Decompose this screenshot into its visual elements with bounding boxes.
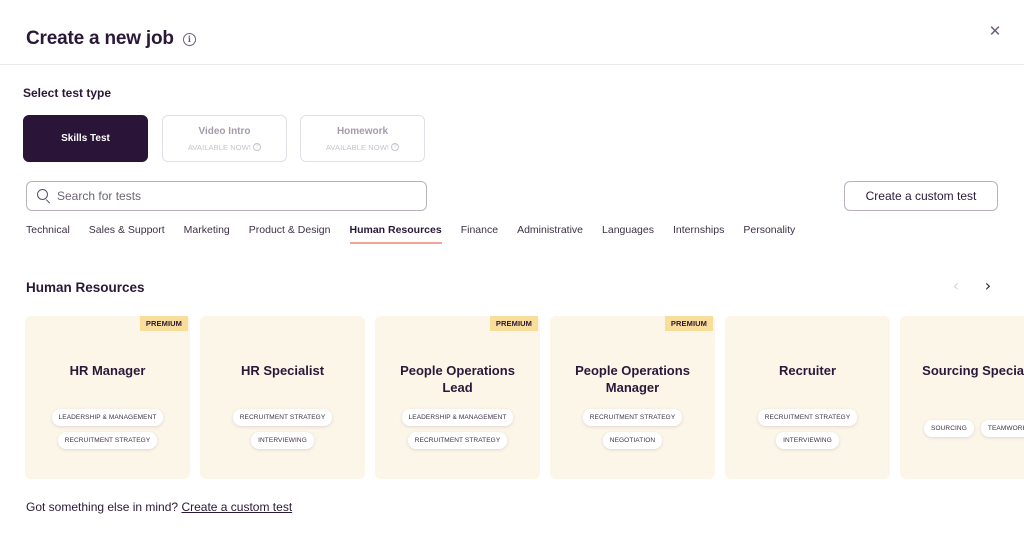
carousel-prev-button[interactable]: ‹ — [948, 276, 964, 296]
tab-technical[interactable]: Technical — [26, 224, 70, 244]
test-card-title: Recruiter — [778, 363, 837, 378]
tab-personality[interactable]: Personality — [743, 224, 795, 244]
help-icon[interactable]: ? — [391, 143, 400, 151]
page-title: Create a new job i — [26, 28, 196, 50]
help-icon[interactable]: ? — [253, 143, 262, 151]
test-type-skills-test[interactable]: Skills Test — [23, 115, 148, 162]
test-type-label: Homework — [336, 125, 389, 137]
test-card-hr-manager[interactable]: PREMIUM HR Manager LEADERSHIP & MANAGEME… — [25, 316, 190, 479]
footer-text: Got something else in mind? — [26, 500, 179, 514]
skill-tag: TEAMWORK — [980, 420, 1024, 437]
test-card-people-operations-manager[interactable]: PREMIUM People Operations Manager RECRUI… — [550, 316, 715, 479]
skill-tag: LEADERSHIP & MANAGEMENT — [51, 409, 164, 426]
test-card-hr-specialist[interactable]: HR Specialist RECRUITMENT STRATEGY INTER… — [200, 316, 365, 479]
tab-administrative[interactable]: Administrative — [517, 224, 583, 244]
tab-finance[interactable]: Finance — [461, 224, 498, 244]
close-button[interactable]: ✕ — [987, 24, 1003, 40]
test-type-label: Skills Test — [61, 133, 110, 144]
search-icon — [37, 189, 51, 203]
test-cards-carousel: PREMIUM HR Manager LEADERSHIP & MANAGEME… — [25, 316, 1024, 479]
search-input[interactable] — [57, 189, 417, 203]
tab-internships[interactable]: Internships — [673, 224, 724, 244]
select-test-type-label: Select test type — [23, 86, 112, 100]
footer-prompt: Got something else in mind? Create a cus… — [26, 500, 292, 514]
create-custom-test-link[interactable]: Create a custom test — [181, 500, 292, 514]
tab-languages[interactable]: Languages — [602, 224, 654, 244]
test-card-sourcing-specialist[interactable]: Sourcing Specialist SOURCING TEAMWORK — [900, 316, 1024, 479]
availability-note: AVAILABLE NOW! ? — [325, 142, 400, 152]
chevron-left-icon: ‹ — [952, 276, 960, 295]
test-type-homework[interactable]: Homework AVAILABLE NOW! ? — [300, 115, 425, 162]
skill-tag: RECRUITMENT STRATEGY — [582, 409, 683, 426]
test-card-title: People Operations Manager — [575, 363, 690, 395]
carousel-next-button[interactable]: › — [980, 276, 996, 296]
test-card-title: HR Manager — [69, 363, 146, 378]
test-card-title: Sourcing Specialist — [922, 363, 1024, 378]
skill-tag: SOURCING — [924, 420, 974, 437]
availability-text: AVAILABLE NOW! — [187, 142, 252, 152]
test-card-recruiter[interactable]: Recruiter RECRUITMENT STRATEGY INTERVIEW… — [725, 316, 890, 479]
availability-text: AVAILABLE NOW! — [325, 142, 390, 152]
skill-tag: RECRUITMENT STRATEGY — [757, 409, 858, 426]
skill-tag: INTERVIEWING — [251, 432, 314, 449]
availability-note: AVAILABLE NOW! ? — [187, 142, 262, 152]
test-type-video-intro[interactable]: Video Intro AVAILABLE NOW! ? — [162, 115, 287, 162]
skill-tag: NEGOTIATION — [602, 432, 663, 449]
info-icon[interactable]: i — [182, 32, 196, 46]
test-card-people-operations-lead[interactable]: PREMIUM People Operations Lead LEADERSHI… — [375, 316, 540, 479]
test-type-label: Video Intro — [198, 125, 251, 137]
tab-sales-support[interactable]: Sales & Support — [89, 224, 165, 244]
tab-human-resources[interactable]: Human Resources — [349, 224, 442, 244]
category-tabs: Technical Sales & Support Marketing Prod… — [26, 224, 814, 246]
section-title: Human Resources — [26, 280, 145, 295]
skill-tag: RECRUITMENT STRATEGY — [232, 409, 333, 426]
skill-tag: LEADERSHIP & MANAGEMENT — [401, 409, 514, 426]
search-box[interactable] — [26, 181, 427, 211]
close-icon: ✕ — [988, 23, 1002, 40]
tab-marketing[interactable]: Marketing — [184, 224, 230, 244]
modal-header: Create a new job i ✕ — [0, 0, 1024, 65]
chevron-right-icon: › — [984, 276, 992, 295]
test-card-title: HR Specialist — [240, 363, 325, 378]
skill-tag: RECRUITMENT STRATEGY — [57, 432, 158, 449]
skill-tag: INTERVIEWING — [776, 432, 839, 449]
skill-tag: RECRUITMENT STRATEGY — [407, 432, 508, 449]
test-card-title: People Operations Lead — [400, 363, 515, 395]
create-custom-test-button[interactable]: Create a custom test — [844, 181, 998, 211]
tab-product-design[interactable]: Product & Design — [249, 224, 331, 244]
page-title-text: Create a new job — [26, 28, 174, 49]
